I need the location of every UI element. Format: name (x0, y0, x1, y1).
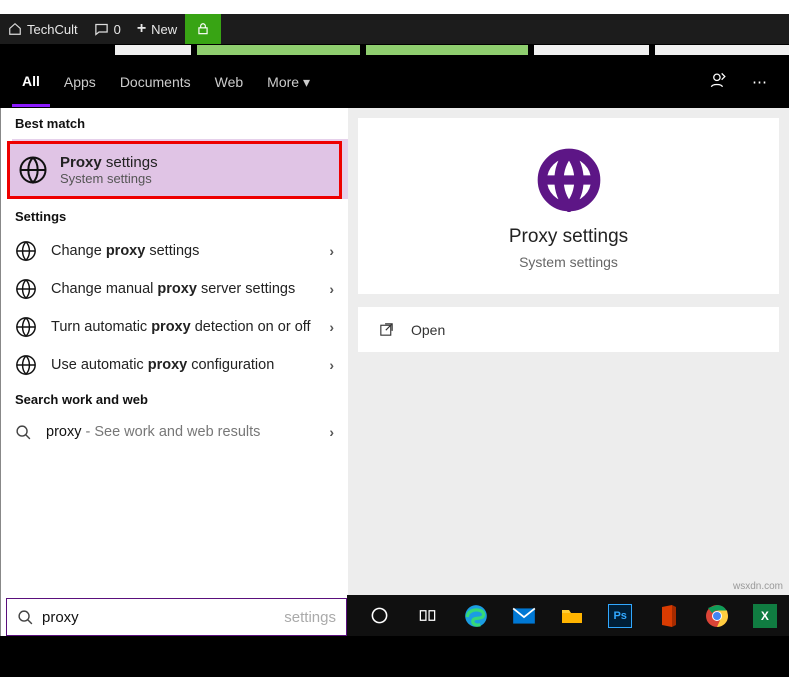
windows-search-panel: All Apps Documents Web More ▾ ⋯ Best mat… (0, 56, 789, 636)
open-action[interactable]: Open (358, 307, 779, 352)
result-label: Turn automatic proxy detection on or off (51, 318, 315, 337)
best-match-subtitle: System settings (60, 171, 158, 186)
chrome-icon (705, 604, 729, 628)
best-match-title: Proxy settings (60, 154, 158, 171)
mail-icon (511, 603, 537, 629)
search-icon (15, 424, 32, 441)
tab-documents[interactable]: Documents (110, 59, 201, 105)
feedback-icon[interactable] (699, 71, 738, 94)
photoshop-icon: Ps (608, 604, 632, 628)
browser-admin-bar: TechCult 0 + New (0, 14, 789, 44)
best-match-result[interactable]: Proxy settings System settings (7, 141, 342, 199)
taskbar-edge[interactable] (451, 595, 499, 636)
result-web-search[interactable]: proxy - See work and web results › (1, 415, 348, 450)
chevron-right-icon: › (329, 424, 334, 440)
taskbar: Ps X (347, 595, 789, 636)
window-thumbnails (0, 44, 789, 56)
new-button[interactable]: + New (129, 14, 185, 44)
taskbar-explorer[interactable] (548, 595, 596, 636)
result-change-proxy[interactable]: Change proxy settings › (1, 232, 348, 270)
taskbar-office[interactable] (644, 595, 692, 636)
preview-subtitle: System settings (519, 254, 618, 270)
home-icon (8, 22, 22, 36)
new-label: New (151, 22, 177, 37)
site-home[interactable]: TechCult (0, 14, 86, 44)
more-options-icon[interactable]: ⋯ (742, 73, 777, 91)
comments-button[interactable]: 0 (86, 14, 129, 44)
search-scope-tabs: All Apps Documents Web More ▾ ⋯ (0, 56, 789, 108)
lock-button[interactable] (185, 14, 221, 44)
taskbar-chrome[interactable] (693, 595, 741, 636)
edge-icon (463, 603, 489, 629)
site-name: TechCult (27, 22, 78, 37)
preview-column: Proxy settings System settings Open (348, 108, 789, 636)
search-box[interactable]: settings (6, 598, 347, 636)
tab-web[interactable]: Web (205, 59, 254, 105)
globe-icon (15, 354, 37, 376)
comment-icon (94, 22, 109, 37)
taskbar-excel[interactable]: X (741, 595, 789, 636)
open-icon (378, 321, 395, 338)
globe-icon (15, 316, 37, 338)
open-label: Open (411, 322, 445, 338)
chevron-right-icon: › (329, 319, 334, 335)
cortana-button[interactable] (355, 595, 403, 636)
globe-icon (18, 155, 48, 185)
section-settings: Settings (1, 201, 348, 232)
tab-more[interactable]: More ▾ (257, 59, 320, 106)
folder-icon (560, 604, 584, 628)
section-best-match: Best match (1, 108, 348, 139)
result-change-manual-proxy[interactable]: Change manual proxy server settings › (1, 270, 348, 308)
results-column: Best match Proxy settings System setting… (0, 108, 348, 636)
search-suggestion-ghost: settings (284, 609, 336, 626)
globe-icon (15, 278, 37, 300)
circle-icon (370, 606, 389, 625)
preview-card: Proxy settings System settings (358, 118, 779, 295)
tab-all[interactable]: All (12, 58, 50, 107)
chevron-right-icon: › (329, 243, 334, 259)
result-label: Change manual proxy server settings (51, 280, 315, 299)
excel-icon: X (753, 604, 777, 628)
globe-icon (15, 240, 37, 262)
chevron-right-icon: › (329, 357, 334, 373)
watermark: wsxdn.com (733, 581, 783, 592)
result-label: Change proxy settings (51, 242, 315, 261)
comments-count: 0 (114, 22, 121, 37)
globe-icon (537, 148, 601, 212)
search-icon (17, 609, 34, 626)
taskbar-mail[interactable] (500, 595, 548, 636)
lock-icon (196, 22, 210, 36)
taskbar-photoshop[interactable]: Ps (596, 595, 644, 636)
result-label: Use automatic proxy configuration (51, 356, 315, 375)
plus-icon: + (137, 20, 146, 38)
result-label: proxy - See work and web results (46, 423, 315, 442)
section-search-web: Search work and web (1, 384, 348, 415)
result-auto-proxy-config[interactable]: Use automatic proxy configuration › (1, 346, 348, 384)
chevron-down-icon: ▾ (303, 74, 310, 90)
search-input[interactable] (42, 609, 284, 626)
preview-title: Proxy settings (509, 226, 628, 248)
result-auto-proxy-detection[interactable]: Turn automatic proxy detection on or off… (1, 308, 348, 346)
chevron-right-icon: › (329, 281, 334, 297)
office-icon (656, 604, 680, 628)
task-view-icon (418, 606, 437, 625)
tab-apps[interactable]: Apps (54, 59, 106, 105)
task-view-button[interactable] (403, 595, 451, 636)
